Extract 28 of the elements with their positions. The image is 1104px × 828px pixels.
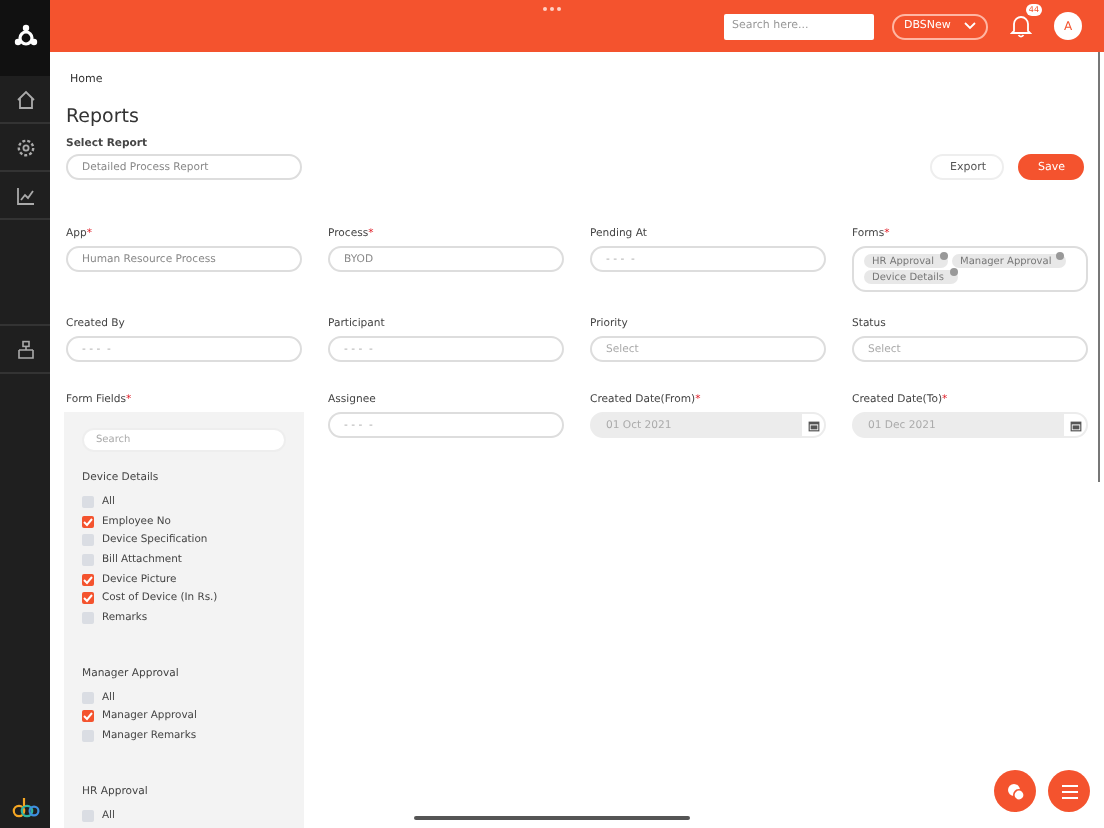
chevron-down-icon	[964, 22, 976, 30]
brand-logo-icon	[11, 796, 39, 820]
checkbox[interactable]	[82, 809, 94, 822]
settings-icon[interactable]	[15, 137, 35, 157]
remove-icon[interactable]	[1056, 252, 1065, 260]
checkbox[interactable]	[82, 573, 94, 586]
chat-button[interactable]	[994, 770, 1036, 812]
chat-icon	[1005, 781, 1025, 801]
org-icon[interactable]	[15, 339, 35, 359]
checkbox[interactable]	[82, 611, 94, 624]
more-icon[interactable]	[542, 6, 562, 12]
checkbox[interactable]	[82, 495, 94, 508]
calendar-icon	[1069, 419, 1081, 431]
checkbox[interactable]	[82, 534, 94, 547]
checkbox[interactable]	[82, 515, 94, 528]
bell-icon[interactable]	[1010, 14, 1032, 38]
menu-icon	[1059, 783, 1079, 799]
checkbox[interactable]	[82, 553, 94, 566]
home-icon[interactable]	[15, 89, 35, 109]
calendar-icon	[807, 419, 819, 431]
page-title: Reports	[66, 106, 141, 128]
menu-button[interactable]	[1048, 770, 1090, 812]
checkbox[interactable]	[82, 730, 94, 743]
chart-icon[interactable]	[15, 185, 35, 205]
checkbox[interactable]	[82, 691, 94, 704]
scrollbar[interactable]	[1097, 52, 1100, 482]
checkbox[interactable]	[82, 592, 94, 605]
checkbox[interactable]	[82, 710, 94, 723]
